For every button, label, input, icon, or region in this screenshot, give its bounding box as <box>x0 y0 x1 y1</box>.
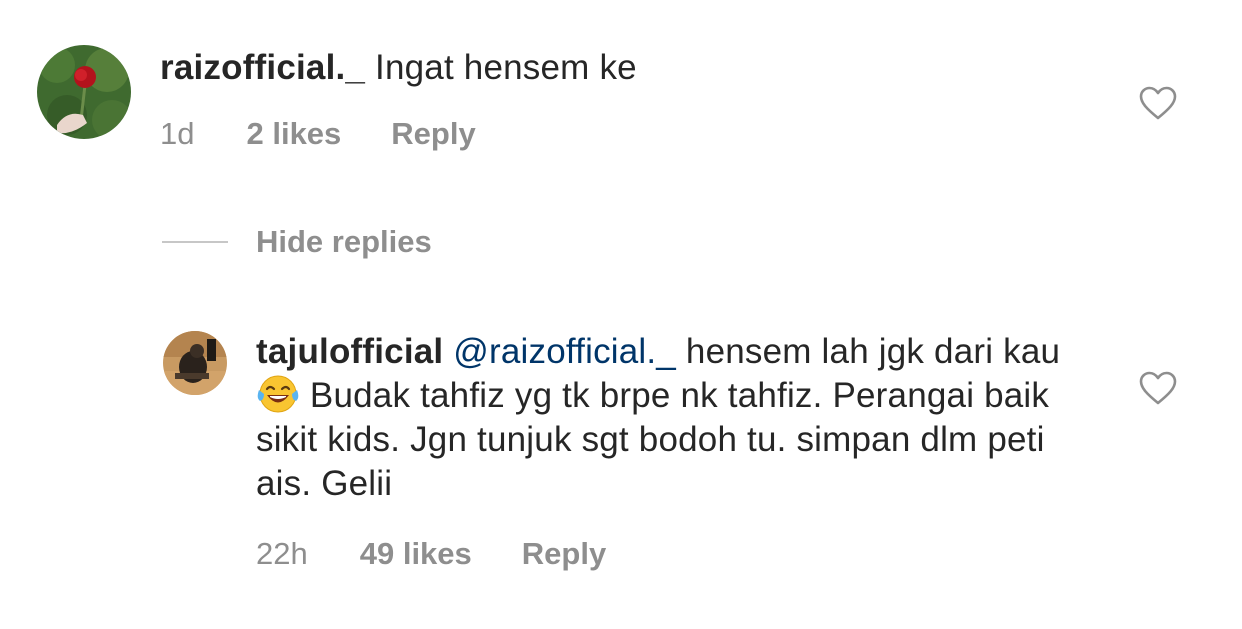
reply-body: tajulofficial @raizofficial._ hensem lah… <box>256 330 1076 506</box>
hide-replies-divider <box>162 241 228 243</box>
reply-username[interactable]: tajulofficial <box>256 332 443 371</box>
hide-replies-label: Hide replies <box>256 224 432 259</box>
reply-time: 22h <box>256 536 308 571</box>
heart-outline-icon[interactable] <box>1139 371 1177 405</box>
avatar-tajulofficial[interactable] <box>163 331 227 395</box>
comment-body: raizofficial._ Ingat hensem ke <box>160 46 637 90</box>
avatar-raizofficial[interactable] <box>37 45 131 139</box>
comment-meta: 1d 2 likes Reply <box>160 116 476 152</box>
reply-likes-count[interactable]: 49 likes <box>360 536 472 572</box>
comment-likes-count[interactable]: 2 likes <box>246 116 341 152</box>
comments-thread: raizofficial._ Ingat hensem ke 1d 2 like… <box>0 0 1242 629</box>
reply-text-part-2: Budak tahfiz yg tk brpe nk tahfiz. Peran… <box>256 376 1050 503</box>
heart-outline-icon[interactable] <box>1139 86 1177 120</box>
comment-time: 1d <box>160 116 195 151</box>
reply-mention-link[interactable]: @raizofficial._ <box>453 332 676 371</box>
hide-replies-button[interactable]: Hide replies <box>162 224 432 260</box>
reply-reply-button[interactable]: Reply <box>522 536 606 572</box>
reply-meta: 22h 49 likes Reply <box>256 536 606 572</box>
comment-text: Ingat hensem ke <box>375 48 637 87</box>
tears-of-joy-emoji-icon <box>257 375 299 413</box>
comment-username[interactable]: raizofficial._ <box>160 48 365 87</box>
reply-text-part-1: hensem lah jgk dari kau <box>675 332 1061 371</box>
comment-reply-button[interactable]: Reply <box>391 116 475 152</box>
